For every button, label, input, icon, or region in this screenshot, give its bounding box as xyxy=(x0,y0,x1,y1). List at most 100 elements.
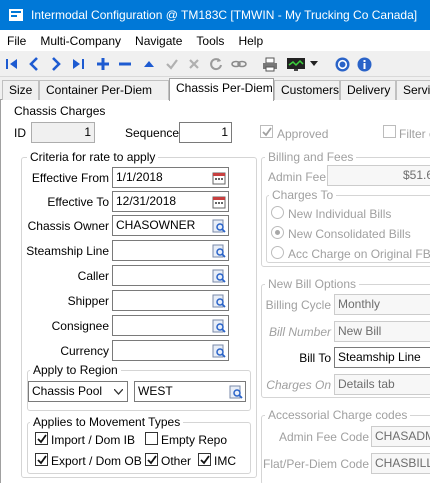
accessorial-title: Accessorial Charge codes xyxy=(265,408,411,422)
add-icon[interactable] xyxy=(95,56,111,72)
chevron-down-icon xyxy=(110,382,127,401)
lookup-icon[interactable] xyxy=(210,242,228,259)
tab-container-per-diem[interactable]: Container Per-Diem xyxy=(39,80,169,100)
monitor-icon[interactable] xyxy=(286,56,306,72)
cancel-x-icon[interactable] xyxy=(186,56,202,72)
approved-checkbox[interactable] xyxy=(260,125,273,138)
menu-bar: File Multi-Company Navigate Tools Help xyxy=(0,30,430,51)
lookup-icon[interactable] xyxy=(227,383,245,400)
billing-cycle-field[interactable]: Monthly xyxy=(334,294,430,315)
info-icon[interactable] xyxy=(356,56,372,72)
calendar-icon[interactable] xyxy=(210,169,228,186)
tab-strip: Size Container Per-Diem Chassis Per-Diem… xyxy=(0,78,430,101)
move-up-icon[interactable] xyxy=(141,56,157,72)
shipper-label: Shipper xyxy=(67,294,109,308)
region-type-select[interactable]: Chassis Pool xyxy=(28,381,128,402)
remove-icon[interactable] xyxy=(117,56,133,72)
save-check-icon[interactable] xyxy=(164,56,180,72)
tab-size[interactable]: Size xyxy=(2,80,39,100)
billing-title: Billing and Fees xyxy=(265,150,357,164)
sequence-label: Sequence xyxy=(125,126,180,140)
charges-to-title: Charges To xyxy=(269,188,337,202)
movement-title: Applies to Movement Types xyxy=(30,415,184,429)
tab-services[interactable]: Servic xyxy=(396,80,430,100)
empty-repo-checkbox[interactable] xyxy=(145,432,158,445)
lookup-icon[interactable] xyxy=(210,317,228,334)
admin-fee-code-label: Admin Fee Code xyxy=(278,430,369,444)
acc-charge-radio[interactable] xyxy=(271,246,284,259)
region-value: WEST xyxy=(138,384,173,398)
lookup-icon[interactable] xyxy=(210,292,228,309)
lookup-icon[interactable] xyxy=(210,342,228,359)
first-record-icon[interactable] xyxy=(4,56,20,72)
admin-fee-code-field[interactable]: CHASADM xyxy=(371,426,430,447)
export-checkbox[interactable] xyxy=(35,453,48,466)
caller-label: Caller xyxy=(77,269,109,283)
tab-customers[interactable]: Customers xyxy=(274,80,340,100)
tab-chassis-per-diem[interactable]: Chassis Per-Diem xyxy=(169,78,274,101)
link-icon[interactable] xyxy=(231,56,247,72)
currency-label: Currency xyxy=(60,344,109,358)
calendar-icon[interactable] xyxy=(210,193,228,210)
charges-on-label: Charges On xyxy=(266,378,331,392)
acc-charge-label: Acc Charge on Original FB xyxy=(288,247,430,261)
chassis-charges-title: Chassis Charges xyxy=(14,104,106,118)
help-icon[interactable] xyxy=(334,56,350,72)
chassis-per-diem-panel: Chassis Charges ID 1 Sequence 1 Approved… xyxy=(0,100,430,483)
new-individual-bills-label: New Individual Bills xyxy=(288,207,392,221)
menu-file[interactable]: File xyxy=(0,34,33,48)
filter-label: Filter c xyxy=(399,127,430,141)
tab-delivery[interactable]: Delivery xyxy=(340,80,396,100)
imc-checkbox[interactable] xyxy=(198,453,211,466)
export-label: Export / Dom OB xyxy=(51,454,142,468)
last-record-icon[interactable] xyxy=(70,56,86,72)
new-consolidated-bills-label: New Consolidated Bills xyxy=(288,227,411,241)
effective-to-label: Effective To xyxy=(47,195,109,209)
consignee-label: Consignee xyxy=(51,319,109,333)
next-record-icon[interactable] xyxy=(48,56,64,72)
imc-label: IMC xyxy=(214,454,236,468)
region-type-value: Chassis Pool xyxy=(32,384,103,398)
admin-fee-label: Admin Fee xyxy=(268,170,327,184)
window-title: Intermodal Configuration @ TM183C [TMWIN… xyxy=(31,8,418,22)
menu-multi-company[interactable]: Multi-Company xyxy=(33,34,128,48)
admin-fee-field[interactable]: $51.6 xyxy=(327,165,430,186)
import-checkbox[interactable] xyxy=(35,432,48,445)
new-bill-title: New Bill Options xyxy=(265,277,360,291)
other-checkbox[interactable] xyxy=(145,453,158,466)
dropdown-arrow-icon[interactable] xyxy=(309,56,319,72)
menu-tools[interactable]: Tools xyxy=(189,34,231,48)
charges-on-field[interactable]: Details tab xyxy=(334,374,430,395)
lookup-icon[interactable] xyxy=(210,267,228,284)
menu-navigate[interactable]: Navigate xyxy=(128,34,189,48)
chassis-owner-value: CHASOWNER xyxy=(116,218,196,232)
title-bar: Intermodal Configuration @ TM183C [TMWIN… xyxy=(0,0,430,30)
bill-number-field[interactable]: New Bill xyxy=(334,321,430,342)
bill-to-field[interactable]: Steamship Line xyxy=(334,347,430,368)
empty-repo-label: Empty Repo xyxy=(161,433,228,447)
refresh-icon[interactable] xyxy=(208,56,224,72)
id-label: ID xyxy=(14,126,26,140)
criteria-title: Criteria for rate to apply xyxy=(27,150,159,164)
prev-record-icon[interactable] xyxy=(26,56,42,72)
sequence-field[interactable]: 1 xyxy=(179,122,232,143)
new-individual-bills-radio[interactable] xyxy=(271,206,284,219)
toolbar xyxy=(0,51,430,77)
steamship-line-label: Steamship Line xyxy=(26,244,109,258)
new-consolidated-bills-radio[interactable] xyxy=(271,226,284,239)
app-icon xyxy=(9,9,23,21)
approved-label: Approved xyxy=(277,127,329,141)
import-label: Import / Dom IB xyxy=(51,433,136,447)
effective-from-value: 1/1/2018 xyxy=(116,170,163,184)
filter-checkbox[interactable] xyxy=(383,125,396,138)
bill-number-label: Bill Number xyxy=(268,325,331,339)
menu-help[interactable]: Help xyxy=(231,34,270,48)
bill-to-label: Bill To xyxy=(299,351,331,365)
print-icon[interactable] xyxy=(262,56,278,72)
billing-cycle-label: Billing Cycle xyxy=(265,298,331,312)
region-title: Apply to Region xyxy=(30,363,121,377)
flat-code-field[interactable]: CHASBILL xyxy=(371,453,430,474)
id-field: 1 xyxy=(31,122,95,143)
lookup-icon[interactable] xyxy=(210,217,228,234)
chassis-owner-label: Chassis Owner xyxy=(27,219,109,233)
